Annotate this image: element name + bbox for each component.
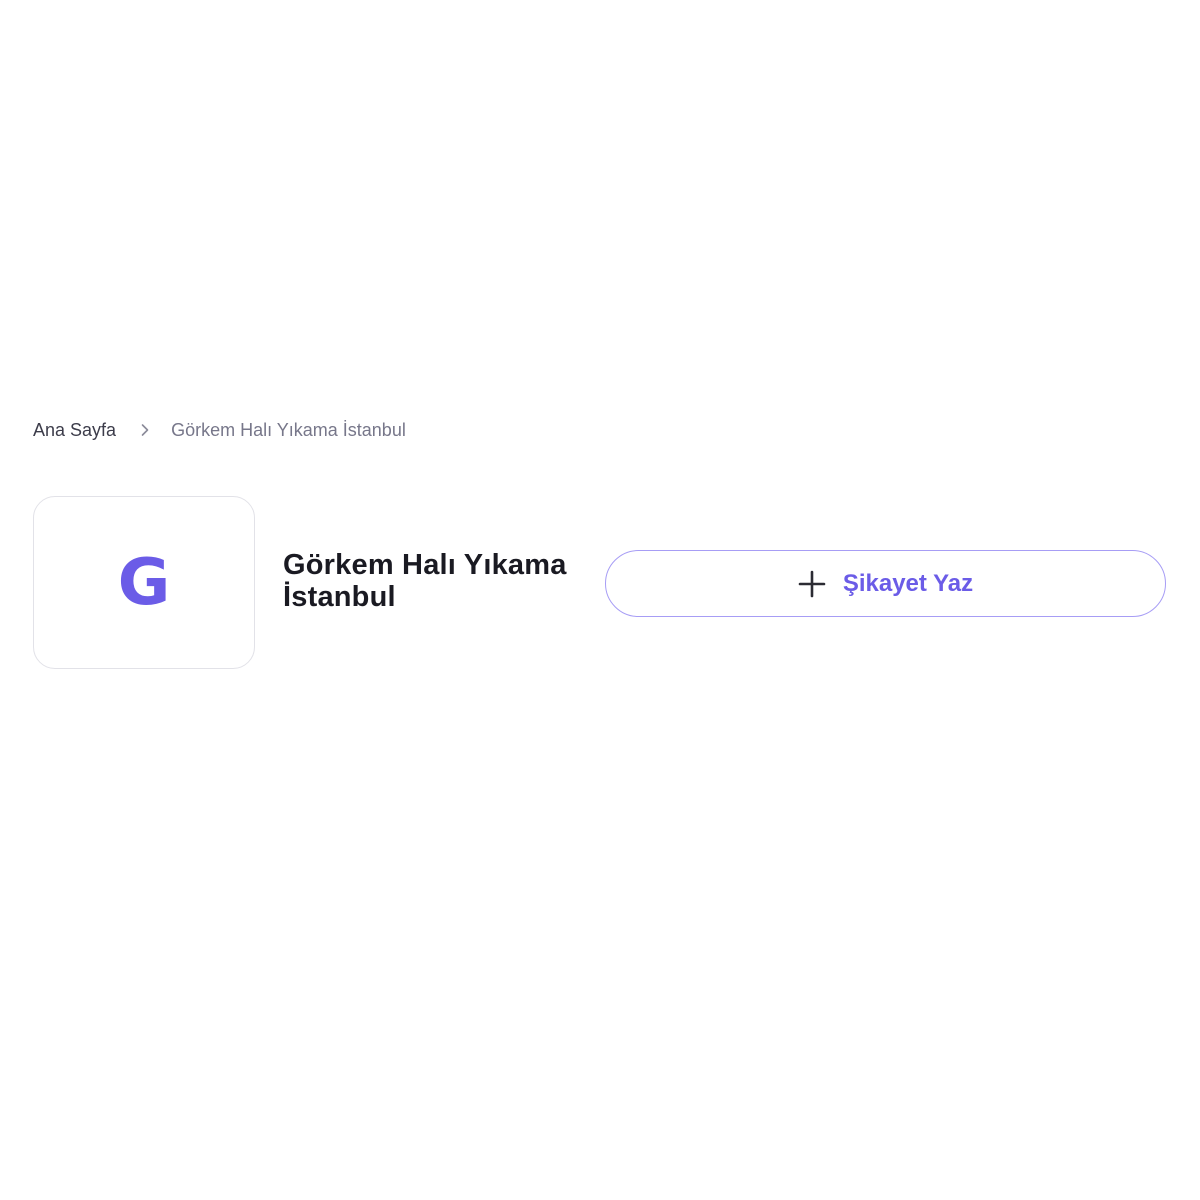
write-complaint-button[interactable]: Şikayet Yaz [605, 550, 1166, 617]
plus-icon [798, 570, 826, 598]
company-name: Görkem Halı Yıkama İstanbul [283, 549, 567, 613]
page: Ana Sayfa Görkem Halı Yıkama İstanbul G … [0, 0, 1200, 1200]
breadcrumb-current: Görkem Halı Yıkama İstanbul [171, 420, 406, 440]
breadcrumb: Ana Sayfa Görkem Halı Yıkama İstanbul [33, 418, 406, 442]
breadcrumb-home-link[interactable]: Ana Sayfa [33, 418, 116, 442]
company-logo: G [33, 496, 255, 669]
write-complaint-label: Şikayet Yaz [842, 569, 974, 597]
chevron-right-icon [136, 418, 154, 442]
company-logo-letter: G [117, 545, 171, 620]
